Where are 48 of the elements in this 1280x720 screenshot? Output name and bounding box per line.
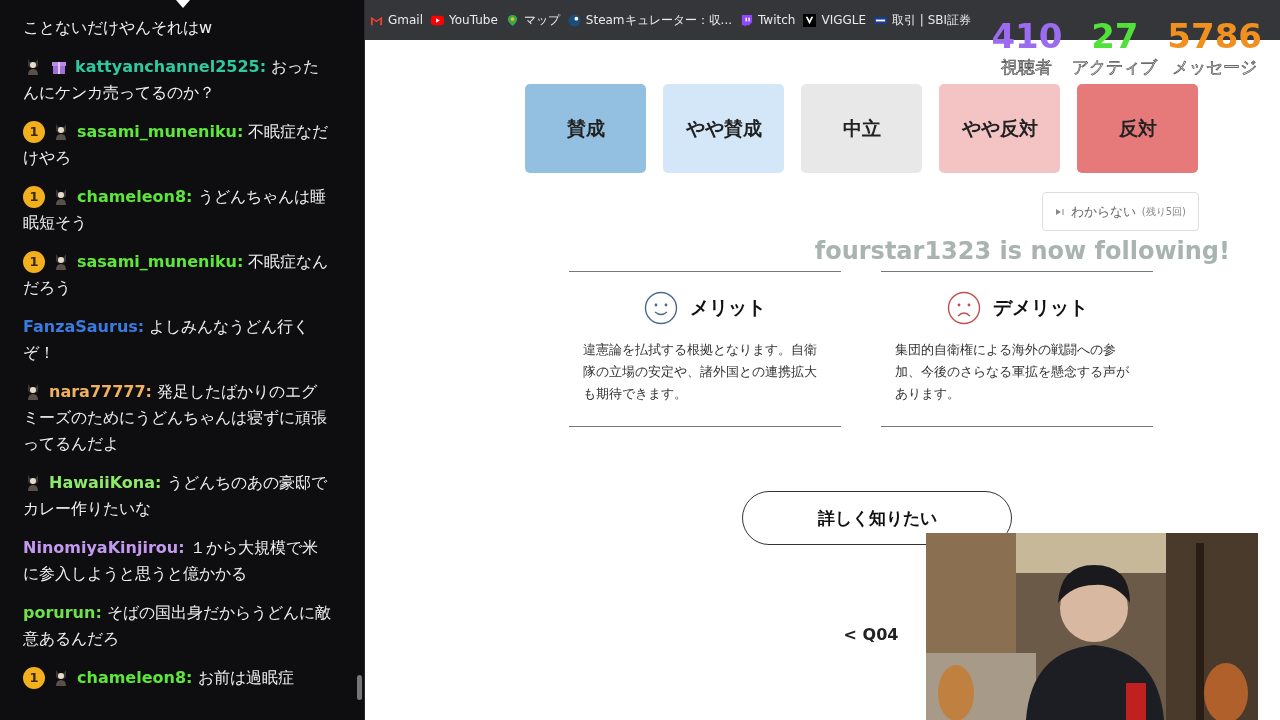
chat-message: 1 sasami_muneniku: 不眠症なだけやろ <box>23 120 330 169</box>
frown-icon <box>946 291 981 325</box>
scrollbar[interactable] <box>357 675 362 700</box>
chat-message: 1 chameleon8: うどんちゃんは睡眠短そう <box>23 185 327 234</box>
bookmark-link[interactable]: Steamキュレーター：収... <box>567 11 732 29</box>
follow-alert-text: fourstar1323 is now following! <box>814 236 1230 266</box>
chat-message: 1 sasami_muneniku: 不眠症なんだろう <box>23 250 330 299</box>
coin-badge: 1 <box>23 251 45 273</box>
bookmark-link[interactable]: YouTube <box>431 13 498 27</box>
bookmark-link[interactable]: Twitch <box>740 13 796 27</box>
bookmark-icon <box>803 13 817 27</box>
caret-icon[interactable] <box>176 0 190 8</box>
back-link[interactable]: < Q04 <box>843 625 899 644</box>
chat-message: NinomiyaKinjirou: １から大規模で米に参入しようと思うと億かかる <box>23 537 319 585</box>
bookmark-link[interactable]: Gmail <box>370 13 423 27</box>
bookmark-link[interactable]: 取引 | SBI証券 <box>874 11 972 29</box>
chat-message: nara77777: 発足したばかりのエグミーズのためにうどんちゃんは寝ずに頑張ってるんだよ <box>23 380 328 455</box>
chat-message: porurun: そばの国出身だからうどんに敵意あるんだろ <box>23 602 332 650</box>
chat-message: FanzaSaurus: よしみんなうどん行くぞ！ <box>23 316 311 364</box>
coin-badge: 1 <box>23 667 45 689</box>
bookmark-icon <box>740 13 753 27</box>
learn-more-button[interactable]: 詳しく知りたい <box>742 491 1012 545</box>
chat-message: HawaiiKona: うどんちのあの豪邸でカレー作りたいな <box>23 471 328 520</box>
vote-button[interactable]: やや賛成 <box>663 84 784 173</box>
card-title: メリット <box>690 295 766 320</box>
stat-label: アクティブ <box>1072 56 1158 79</box>
bookmark-link[interactable]: マップ <box>505 11 560 29</box>
stat-label: 視聴者 <box>1001 56 1053 79</box>
chat-message: 1 chameleon8: お前は過眠症 <box>23 665 333 691</box>
vote-button[interactable]: やや反対 <box>939 84 1060 173</box>
skip-icon <box>1054 206 1065 217</box>
coin-badge: 1 <box>23 121 45 143</box>
bookmark-icon <box>431 13 444 27</box>
coin-badge: 1 <box>23 186 45 208</box>
smile-icon <box>644 291 678 325</box>
vote-button[interactable]: 賛成 <box>525 84 646 173</box>
card-title: デメリット <box>992 295 1088 320</box>
card-text: 違憲論を払拭する根拠となります。自衛隊の立場の安定や、諸外国との連携拡大も期待できます。 <box>583 341 818 403</box>
bookmark-link[interactable]: VIGGLE <box>803 13 867 27</box>
bookmark-icon <box>567 13 581 27</box>
skip-button[interactable]: わからない (残り5回) <box>1041 192 1199 231</box>
card-text: 集団的自衛権による海外の戦闘への参加、今後のさらなる軍拡を懸念する声があります。 <box>895 341 1130 403</box>
vote-button[interactable]: 中立 <box>801 84 922 173</box>
vote-button[interactable]: 反対 <box>1077 84 1198 173</box>
bookmark-icon <box>505 13 519 27</box>
chat-message: kattyanchannel2525: おったんにケンカ売ってるのか？ <box>23 55 321 104</box>
stat-label: メッセージ <box>1172 56 1258 79</box>
chat-message: ことないだけやんそれはw <box>23 17 214 39</box>
